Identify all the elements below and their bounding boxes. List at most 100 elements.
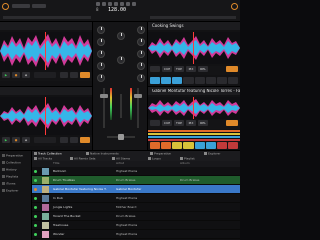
- record-icon[interactable]: [96, 2, 100, 6]
- table-row[interactable]: Gabriel Montufar featuring Nicole T. Gab…: [32, 185, 240, 194]
- hotcue-pad[interactable]: [172, 142, 183, 149]
- table-row[interactable]: Jungle Lights Mother Board: [32, 203, 240, 212]
- deck-d-rel-button[interactable]: REL: [198, 120, 208, 126]
- hotcue-pad[interactable]: [194, 142, 205, 149]
- master-bpm[interactable]: 128.00: [108, 8, 126, 13]
- ch-b-gain-knob[interactable]: [137, 26, 145, 34]
- deck-a-loop-size-button[interactable]: [70, 72, 78, 78]
- deck-a-sync-button[interactable]: ◆: [22, 72, 30, 78]
- table-row[interactable]: Ballroom Highest Plains: [32, 167, 240, 176]
- deck-c-loop-button[interactable]: [60, 137, 68, 143]
- tab-loops[interactable]: Loops: [148, 157, 161, 161]
- fullscreen-icon[interactable]: [132, 2, 136, 6]
- monitor-mix-knob[interactable]: [117, 56, 125, 64]
- hotcue-pad[interactable]: [227, 142, 238, 149]
- hotcue-pad[interactable]: [172, 77, 183, 84]
- table-row[interactable]: Toxant The Bucket Drum Brakes: [32, 212, 240, 221]
- cover-art: [42, 231, 49, 238]
- ch-b-low-knob[interactable]: [137, 62, 145, 70]
- deck-c-play-button[interactable]: ▶: [2, 137, 10, 143]
- tab-all-remix-sets[interactable]: All Remix Sets: [70, 157, 95, 161]
- table-row[interactable]: Wonder Highest Plains: [32, 230, 240, 239]
- deck-b-rel-button[interactable]: REL: [198, 66, 208, 72]
- deck-c-waveform[interactable]: [0, 97, 92, 135]
- column-album[interactable]: Album: [180, 162, 190, 165]
- master-volume-knob[interactable]: [117, 32, 125, 40]
- deck-d-waveform[interactable]: [148, 97, 240, 119]
- sidebar-item-itunes[interactable]: iTunes: [2, 182, 15, 186]
- hotcue-pad[interactable]: [183, 142, 194, 149]
- tab-native-instruments[interactable]: Native Instruments: [86, 152, 119, 156]
- deck-c-sync-button[interactable]: ◆: [22, 137, 30, 143]
- crossfader[interactable]: [118, 134, 124, 140]
- sidebar-item-explorer[interactable]: Explorer: [2, 189, 19, 193]
- hotcue-pad[interactable]: [183, 77, 194, 84]
- hotcue-pad[interactable]: [227, 77, 238, 84]
- ch-b-volume-fader[interactable]: [134, 94, 142, 98]
- deck-d-cue-button[interactable]: CUE: [162, 120, 172, 126]
- deck-d-top-button[interactable]: TOP: [174, 120, 184, 126]
- tab-playlist[interactable]: Playlist: [180, 157, 195, 161]
- column-title[interactable]: Title: [53, 162, 59, 165]
- deck-a-cue-button[interactable]: ●: [12, 72, 20, 78]
- deck-a-play-button[interactable]: ▶: [2, 72, 10, 78]
- hotcue-pad[interactable]: [216, 142, 227, 149]
- deck-b-button-1[interactable]: [150, 66, 160, 72]
- ch-a-hi-knob[interactable]: [97, 38, 105, 46]
- deck-d-button-1[interactable]: [150, 120, 160, 126]
- deck-b-waveform[interactable]: [148, 32, 240, 64]
- sidebar-item-history[interactable]: History: [2, 168, 17, 172]
- broadcast-icon[interactable]: [108, 2, 112, 6]
- deck-a-stripe[interactable]: [34, 72, 56, 78]
- layout-icon[interactable]: [126, 2, 130, 6]
- ch-a-mid-knob[interactable]: [97, 50, 105, 58]
- deck-c-loop-size-button[interactable]: [70, 137, 78, 143]
- deck-a-loop-button[interactable]: [60, 72, 68, 78]
- snap-icon[interactable]: [114, 2, 118, 6]
- deck-c-flux-button[interactable]: [80, 137, 90, 143]
- ch-a-low-knob[interactable]: [97, 62, 105, 70]
- deck-b-pix-button[interactable]: PIX: [186, 66, 196, 72]
- hotcue-pad[interactable]: [161, 142, 172, 149]
- hotcue-pad[interactable]: [205, 77, 216, 84]
- table-row[interactable]: In Dub Highest Plains: [32, 194, 240, 203]
- deck-b-cue-button[interactable]: CUE: [162, 66, 172, 72]
- ch-a-filter-knob[interactable]: [97, 74, 105, 82]
- tab-track-collection[interactable]: Track Collection: [34, 152, 62, 156]
- hotcue-pad[interactable]: [194, 77, 205, 84]
- loop-recorder-icon[interactable]: [102, 2, 106, 6]
- tab-explorer[interactable]: Explorer: [204, 152, 221, 156]
- settings-icon[interactable]: [231, 3, 238, 10]
- tab-all-tracks[interactable]: All Tracks: [34, 157, 52, 161]
- hotcue-pad[interactable]: [150, 142, 161, 149]
- sidebar-item-preparation[interactable]: Preparation: [2, 154, 23, 158]
- tab-all-stems[interactable]: All Stems: [112, 157, 130, 161]
- ch-b-mid-knob[interactable]: [137, 50, 145, 58]
- sidebar-item-collection[interactable]: Collection: [2, 161, 21, 165]
- gear-icon[interactable]: [2, 3, 9, 10]
- column-artist[interactable]: Artist: [116, 162, 124, 165]
- table-row[interactable]: Drum Troubles Drum Brakes Drum Brakes: [32, 176, 240, 185]
- deck-c-stripe[interactable]: [34, 137, 56, 143]
- ch-b-hi-knob[interactable]: [137, 38, 145, 46]
- sidebar-item-playlists[interactable]: Playlists: [2, 175, 18, 179]
- hotcue-pad[interactable]: [161, 77, 172, 84]
- deck-d-flux-button[interactable]: [226, 120, 238, 126]
- ch-a-volume-fader[interactable]: [100, 94, 108, 98]
- deck-a-flux-button[interactable]: [80, 72, 90, 78]
- deck-b-top-button[interactable]: TOP: [174, 66, 184, 72]
- deck-c-cue-button[interactable]: ●: [12, 137, 20, 143]
- tab-preparation[interactable]: Preparation: [150, 152, 171, 156]
- hotcue-pad[interactable]: [216, 77, 227, 84]
- deck-a-waveform[interactable]: [0, 32, 92, 70]
- deck-d-pix-button[interactable]: PIX: [186, 120, 196, 126]
- table-row[interactable]: Treehouse Highest Plains: [32, 221, 240, 230]
- ch-b-filter-knob[interactable]: [137, 74, 145, 82]
- hotcue-pad[interactable]: [205, 142, 216, 149]
- ch-a-gain-knob[interactable]: [97, 26, 105, 34]
- deck-b-flux-button[interactable]: [226, 66, 238, 72]
- loaded-icon: [34, 197, 37, 200]
- deck-d-stem-lanes[interactable]: [148, 130, 240, 141]
- hotcue-pad[interactable]: [150, 77, 161, 84]
- quantize-icon[interactable]: [120, 2, 124, 6]
